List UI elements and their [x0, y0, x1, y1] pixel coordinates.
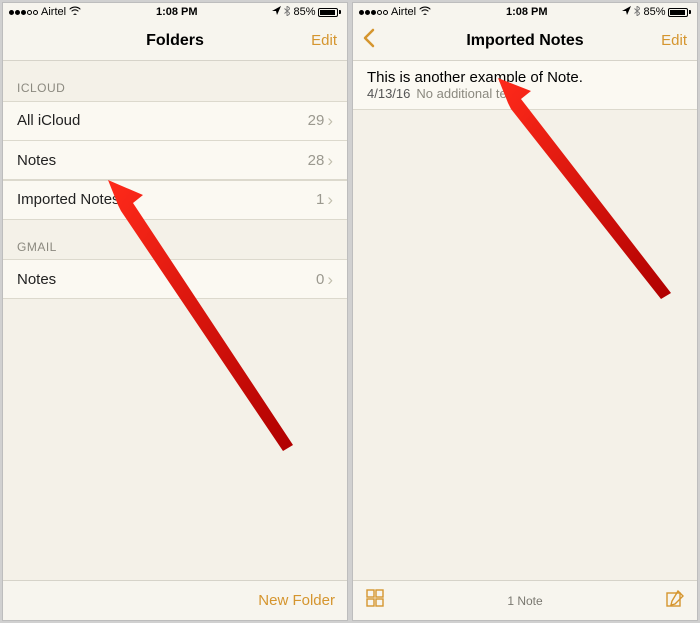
folder-row-notes[interactable]: Notes 28 ›	[3, 140, 347, 180]
status-bar: Airtel 1:08 PM 85%	[3, 3, 347, 21]
status-time: 1:08 PM	[506, 6, 548, 18]
note-title: This is another example of Note.	[367, 69, 683, 86]
status-right: 85%	[272, 6, 341, 19]
edit-button[interactable]: Edit	[661, 32, 687, 49]
section-header-gmail: GMAIL	[3, 220, 347, 260]
back-button[interactable]	[361, 28, 375, 54]
battery-icon	[668, 8, 691, 17]
gallery-view-button[interactable]	[365, 588, 385, 613]
folder-row-gmail-notes[interactable]: Notes 0 ›	[3, 259, 347, 299]
wifi-icon	[419, 6, 431, 18]
folder-row-imported-notes[interactable]: Imported Notes 1 ›	[3, 180, 347, 220]
section-header-icloud: ICLOUD	[3, 61, 347, 101]
folders-screen: Airtel 1:08 PM 85% Folders Edit ICLOUD A…	[2, 2, 348, 621]
imported-notes-screen: Airtel 1:08 PM 85% Imported Notes Edit	[352, 2, 698, 621]
status-left: Airtel	[359, 6, 431, 18]
row-count: 28	[308, 152, 325, 169]
carrier-label: Airtel	[391, 6, 416, 18]
battery-percent: 85%	[643, 6, 665, 18]
folders-content: ICLOUD All iCloud 29 › Notes 28 › Import…	[3, 61, 347, 580]
status-left: Airtel	[9, 6, 81, 18]
carrier-label: Airtel	[41, 6, 66, 18]
battery-icon	[318, 8, 341, 17]
notes-list: This is another example of Note. 4/13/16…	[353, 61, 697, 580]
folder-row-all-icloud[interactable]: All iCloud 29 ›	[3, 101, 347, 141]
status-bar: Airtel 1:08 PM 85%	[353, 3, 697, 21]
location-icon	[622, 6, 631, 18]
note-preview: No additional text	[416, 86, 516, 101]
row-label: All iCloud	[17, 112, 308, 129]
note-row[interactable]: This is another example of Note. 4/13/16…	[353, 61, 697, 110]
bottom-toolbar: 1 Note	[353, 580, 697, 620]
nav-title: Imported Notes	[466, 32, 583, 50]
new-folder-button[interactable]: New Folder	[258, 592, 335, 609]
edit-button[interactable]: Edit	[311, 32, 337, 49]
chevron-left-icon	[361, 28, 375, 48]
status-time: 1:08 PM	[156, 6, 198, 18]
chevron-right-icon: ›	[327, 112, 333, 129]
signal-strength-icon	[359, 10, 388, 15]
bluetooth-icon	[634, 6, 640, 19]
location-icon	[272, 6, 281, 18]
compose-icon	[665, 589, 685, 609]
nav-title: Folders	[146, 32, 204, 50]
row-label: Imported Notes	[17, 191, 316, 208]
grid-icon	[365, 588, 385, 608]
row-count: 29	[308, 112, 325, 129]
note-date: 4/13/16	[367, 86, 410, 101]
row-label: Notes	[17, 152, 308, 169]
bottom-toolbar: New Folder	[3, 580, 347, 620]
chevron-right-icon: ›	[327, 191, 333, 208]
compose-button[interactable]	[665, 589, 685, 613]
status-right: 85%	[622, 6, 691, 19]
note-subtitle: 4/13/16 No additional text	[367, 86, 683, 101]
row-label: Notes	[17, 271, 316, 288]
wifi-icon	[69, 6, 81, 18]
nav-bar: Folders Edit	[3, 21, 347, 61]
note-count-label: 1 Note	[507, 594, 542, 608]
nav-bar: Imported Notes Edit	[353, 21, 697, 61]
battery-percent: 85%	[293, 6, 315, 18]
bluetooth-icon	[284, 6, 290, 19]
row-count: 1	[316, 191, 324, 208]
chevron-right-icon: ›	[327, 271, 333, 288]
row-count: 0	[316, 271, 324, 288]
chevron-right-icon: ›	[327, 152, 333, 169]
signal-strength-icon	[9, 10, 38, 15]
